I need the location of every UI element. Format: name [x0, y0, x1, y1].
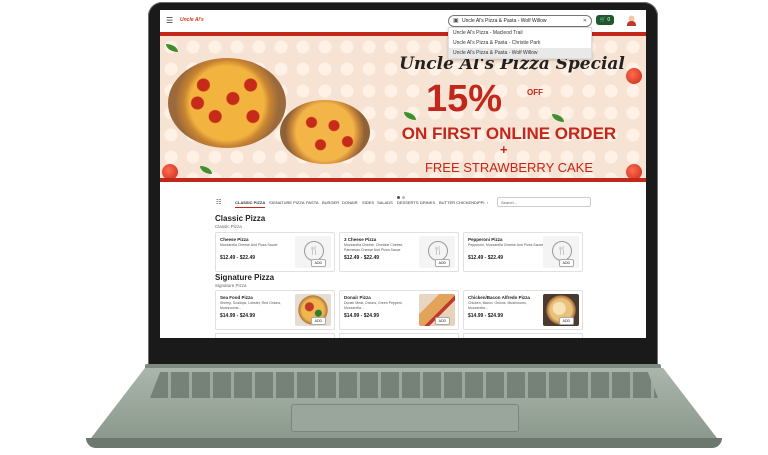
category-nav: ☷ CLASSIC PIZZA SIGNATURE PIZZA PASTA BU…: [160, 196, 646, 210]
category-tab[interactable]: BUTTER CHICKEN: [439, 200, 474, 205]
category-tab[interactable]: SIDES: [362, 200, 374, 205]
menu-item-card-partial[interactable]: [339, 333, 459, 338]
tomato-decoration: [162, 164, 178, 178]
item-name: Chicken/Bacon Alfredo Pizza: [468, 295, 530, 300]
section-title: Classic Pizza: [215, 214, 266, 223]
location-option[interactable]: Uncle Al's Pizza - Macleod Trail: [449, 28, 591, 38]
location-dropdown: Uncle Al's Pizza - Macleod Trail Uncle A…: [448, 27, 592, 59]
add-button[interactable]: ADD: [558, 259, 574, 267]
item-description: Shrimp, Scallops, Lobster, Red Onions, M…: [220, 301, 282, 310]
category-tab[interactable]: PASTA: [306, 200, 319, 205]
site-logo[interactable]: Uncle Al's: [180, 17, 204, 23]
category-tab[interactable]: CLASSIC PIZZA: [235, 200, 266, 208]
laptop-touchpad: [291, 404, 519, 432]
item-price: $12.49 - $22.49: [468, 255, 504, 261]
menu-item-card[interactable]: Donair Pizza Donair Meat, Onions, Green …: [339, 290, 459, 330]
item-description: Chicken, Bacon, Onions, Mushrooms, Mozza…: [468, 301, 527, 310]
item-price: $14.99 - $24.99: [468, 313, 504, 319]
menu-item-card[interactable]: Pepperoni Pizza Pepperoni, Mozzarella Ch…: [463, 232, 583, 272]
banner-off: OFF: [527, 88, 543, 97]
basil-leaf-decoration: [200, 166, 212, 174]
item-name: Sea Food Pizza: [220, 295, 253, 300]
item-name: Cheese Pizza: [220, 237, 249, 242]
location-selected-text: Uncle Al's Pizza & Pasta - Wolf Willow: [462, 18, 547, 24]
section-title: Signature Pizza: [215, 273, 275, 282]
category-tab[interactable]: DIPPI: [474, 200, 484, 205]
menu-item-card[interactable]: 3 Cheese Pizza Mozzarella Cheese, Chedda…: [339, 232, 459, 272]
item-description: Donair Meat, Onions, Green Peppers, Mozz…: [344, 301, 403, 310]
location-selector[interactable]: ▣ Uncle Al's Pizza & Pasta - Wolf Willow…: [448, 15, 592, 27]
menu-item-card[interactable]: Cheese Pizza Mozzarella Cheese And Pizza…: [215, 232, 335, 272]
banner-offer-line: ON FIRST ONLINE ORDER: [401, 124, 617, 143]
item-description: Mozzarella Cheese And Pizza Sauce: [220, 243, 278, 247]
item-price: $12.49 - $22.49: [344, 255, 380, 261]
basil-leaf-decoration: [166, 44, 178, 52]
category-tab[interactable]: SALADS: [377, 200, 393, 205]
category-tab[interactable]: SIGNATURE PIZZA: [269, 200, 304, 205]
item-description: Mozzarella Cheese, Cheddar Cheese, Parme…: [344, 243, 404, 252]
pizza-image: [280, 100, 370, 164]
banner-bonus-line: FREE STRAWBERRY CAKE: [424, 160, 594, 175]
search-input[interactable]: Search...: [497, 197, 591, 207]
banner-percent: 15%: [426, 78, 503, 120]
category-tab[interactable]: DRINKS: [420, 200, 435, 205]
banner-plus: +: [500, 142, 508, 157]
basil-leaf-decoration: [404, 112, 416, 120]
item-description: Pepperoni, Mozzarella Cheese And Pizza S…: [468, 243, 544, 247]
menu-item-card[interactable]: Chicken/Bacon Alfredo Pizza Chicken, Bac…: [463, 290, 583, 330]
section-subtitle: Classic Pizza: [215, 224, 242, 229]
add-button[interactable]: ADD: [310, 317, 326, 325]
add-button[interactable]: ADD: [558, 317, 574, 325]
add-button[interactable]: ADD: [434, 259, 450, 267]
store-icon: ▣: [453, 18, 459, 24]
menu-item-card-partial[interactable]: [215, 333, 335, 338]
item-price: $12.49 - $22.49: [220, 255, 256, 261]
add-button[interactable]: ADD: [310, 259, 326, 267]
cart-count: 0: [607, 17, 611, 23]
hamburger-menu-icon[interactable]: ☰: [166, 16, 173, 25]
item-name: Donair Pizza: [344, 295, 371, 300]
laptop-screen: ☰ Uncle Al's ▣ Uncle Al's Pizza & Pasta …: [160, 10, 646, 338]
item-name: 3 Cheese Pizza: [344, 237, 377, 242]
location-option[interactable]: Uncle Al's Pizza & Pasta - Wolf Willow: [449, 48, 591, 58]
category-tab[interactable]: BURGER: [322, 200, 339, 205]
location-option[interactable]: Uncle Al's Pizza & Pasta - Christie Park: [449, 38, 591, 48]
category-tab[interactable]: DONAIR: [342, 200, 358, 205]
pizza-image: [168, 58, 286, 148]
laptop-keyboard: [150, 372, 658, 398]
category-menu-icon[interactable]: ☷: [216, 199, 221, 206]
cart-button[interactable]: 🛒 0: [596, 15, 614, 25]
user-avatar[interactable]: [626, 14, 637, 27]
menu-item-card-partial[interactable]: [463, 333, 583, 338]
close-icon[interactable]: ✕: [583, 16, 587, 26]
basil-leaf-decoration: [552, 114, 564, 122]
item-price: $14.99 - $24.99: [344, 313, 380, 319]
section-subtitle: Signature Pizza: [215, 283, 247, 288]
add-button[interactable]: ADD: [434, 317, 450, 325]
menu-item-card[interactable]: Sea Food Pizza Shrimp, Scallops, Lobster…: [215, 290, 335, 330]
item-name: Pepperoni Pizza: [468, 237, 503, 242]
chevron-right-icon[interactable]: ›: [487, 200, 488, 205]
category-tab[interactable]: DESSERTS: [397, 200, 419, 205]
laptop-front-edge: [86, 438, 722, 448]
item-price: $14.99 - $24.99: [220, 313, 256, 319]
